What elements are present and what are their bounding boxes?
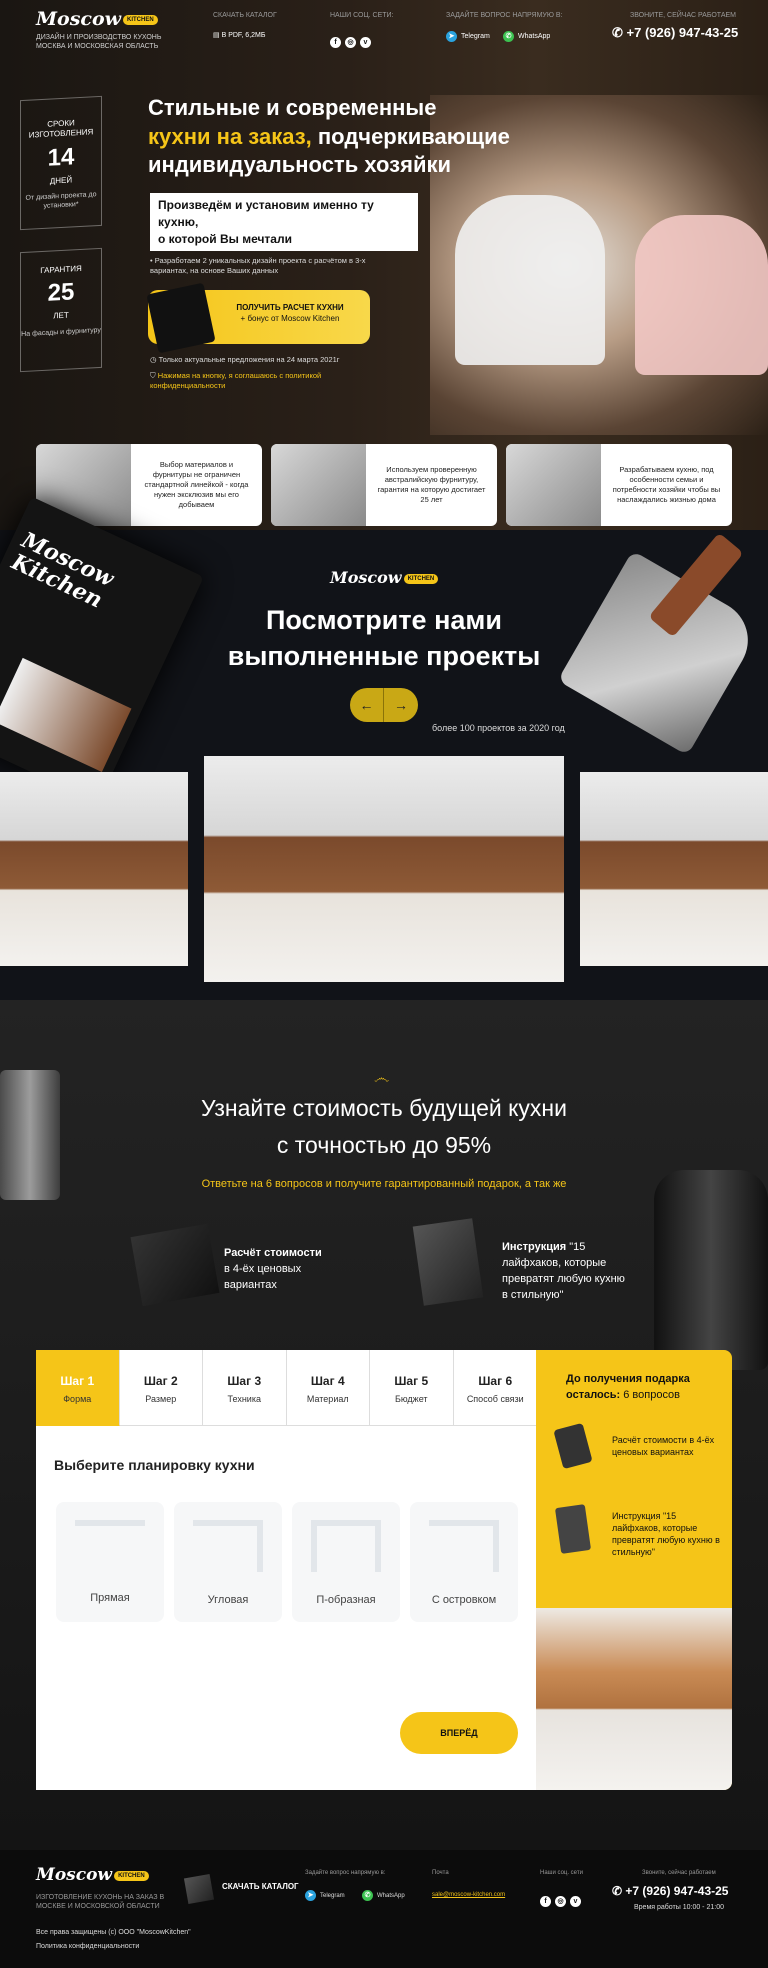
hero-bullet: • Разработаем 2 уникальных дизайн проект… <box>150 256 366 276</box>
footer-phone[interactable]: ✆ +7 (926) 947-43-25 <box>612 1884 728 1898</box>
gift-panel: До получения подарка осталось: 6 вопросов… <box>536 1350 732 1790</box>
pdf-icon: ▤ <box>213 32 220 39</box>
footer-email-link[interactable]: sale@moscow-kitchen.com <box>432 1892 505 1898</box>
layout-option-corner[interactable]: Угловая <box>174 1502 282 1622</box>
get-quote-button[interactable]: ПОЛУЧИТЬ РАСЧЕТ КУХНИ + бонус от Moscow … <box>146 282 370 354</box>
term-stat: СРОКИ ИЗГОТОВЛЕНИЯ 14 ДНЕЙ От дизайн про… <box>20 95 102 231</box>
whatsapp-icon: ✆ <box>362 1890 373 1901</box>
calculator-subtitle: Ответьте на 6 вопросов и получите гарант… <box>201 1178 567 1190</box>
warranty-stat: ГАРАНТИЯ 25 ЛЕТ На фасады и фурнитуру <box>20 247 102 373</box>
footer-whatsapp-link[interactable]: ✆ WhatsApp <box>362 1890 405 1901</box>
privacy-note[interactable]: ⛉ Нажимая на кнопку, я соглашаюсь с поли… <box>150 371 380 391</box>
step-4-tab[interactable]: Шаг 4 Материал <box>286 1350 370 1426</box>
quiz-steps: Шаг 1 Форма Шаг 2 Размер Шаг 3 Техника Шаг … <box>36 1350 537 1426</box>
whatsapp-link[interactable]: ✆ WhatsApp <box>503 31 550 42</box>
booklet-icon <box>554 1504 592 1554</box>
footer-ask-label: Задайте вопрос напрямую в: <box>305 1870 386 1876</box>
hero-title: Стильные и современные кухни на заказ, по… <box>148 95 510 178</box>
projects-slider-controls: ← → <box>350 688 418 722</box>
step-5-tab[interactable]: Шаг 5 Бюджет <box>370 1350 454 1426</box>
project-photo-left[interactable] <box>0 772 188 966</box>
step-6-tab[interactable]: Шаг 6 Способ связи <box>453 1350 537 1426</box>
tag-icon <box>553 1422 593 1470</box>
instagram-icon[interactable]: ◎ <box>555 1896 566 1907</box>
vk-icon[interactable]: v <box>360 37 371 48</box>
header-phone[interactable]: ✆ +7 (926) 947-43-25 <box>612 25 738 41</box>
phone-icon: ✆ <box>612 1884 623 1898</box>
prev-arrow-button[interactable]: ← <box>350 688 384 722</box>
feature-photo <box>271 444 366 526</box>
footer-social-label: Наши соц. сети <box>540 1870 583 1876</box>
footer-tagline: ИЗГОТОВЛЕНИЕ КУХОНЬ НА ЗАКАЗ В МОСКВЕ И … <box>36 1894 165 1911</box>
facebook-icon[interactable]: f <box>330 37 341 48</box>
ornament-icon: ෴ <box>374 1070 390 1087</box>
catalog-label: СКАЧАТЬ КАТАЛОГ <box>213 12 277 19</box>
u-shaped-layout-icon <box>311 1520 381 1572</box>
whatsapp-icon: ✆ <box>503 31 514 42</box>
shield-icon: ⛉ <box>150 371 156 380</box>
project-photo-center[interactable] <box>204 756 564 982</box>
footer-copyright: Все права защищены (c) ООО "MoscowKitche… <box>36 1929 191 1936</box>
layout-option-straight[interactable]: Прямая <box>56 1502 164 1622</box>
gift-estimate-image <box>130 1223 220 1307</box>
section-logo: Moscow KITCHEN <box>330 568 439 587</box>
hero-highlight-box: Произведём и установим именно ту кухню, о… <box>150 193 418 252</box>
hero-date-note: ◷ Только актуальные предложения на 24 ма… <box>150 355 340 364</box>
logo-badge: KITCHEN <box>123 15 158 25</box>
blender-image <box>0 1070 60 1200</box>
footer-mail-label: Почта <box>432 1870 449 1876</box>
telegram-icon: ➤ <box>305 1890 316 1901</box>
hero-photo-man <box>455 195 605 365</box>
header-logo[interactable]: Moscow KITCHEN <box>36 8 158 30</box>
ask-label: ЗАДАЙТЕ ВОПРОС НАПРЯМУЮ В: <box>446 12 563 19</box>
telegram-link[interactable]: ➤ Telegram <box>446 31 490 42</box>
feature-card-family: Разрабатываем кухню, под особенности сем… <box>506 444 732 526</box>
calculator-icon <box>146 282 216 354</box>
facebook-icon[interactable]: f <box>540 1896 551 1907</box>
footer-policy-link[interactable]: Политика конфиденциальности <box>36 1943 139 1950</box>
header-tagline: ДИЗАЙН И ПРОИЗВОДСТВО КУХОНЬ МОСКВА И МО… <box>36 34 162 51</box>
clock-icon: ◷ <box>150 355 157 364</box>
quiz-question: Выберите планировку кухни <box>54 1457 255 1473</box>
step-3-tab[interactable]: Шаг 3 Техника <box>203 1350 287 1426</box>
straight-layout-icon <box>75 1520 145 1534</box>
gift-booklet-text: Инструкция "15 лайфхаков, которые превра… <box>502 1241 625 1301</box>
footer-call-label: Звоните, сейчас работаем <box>642 1870 716 1876</box>
catalog-book-icon <box>183 1873 215 1905</box>
footer-hours: Время работы 10:00 - 21:00 <box>634 1904 724 1911</box>
footer-telegram-link[interactable]: ➤ Telegram <box>305 1890 345 1901</box>
project-photo-right[interactable] <box>580 772 768 966</box>
footer-catalog-link[interactable]: СКАЧАТЬ КАТАЛОГ <box>222 1882 299 1891</box>
term-number: 14 <box>47 143 75 172</box>
social-label: НАШИ СОЦ. СЕТИ: <box>330 12 394 19</box>
gift-kitchen-photo <box>536 1608 732 1790</box>
layout-option-u-shaped[interactable]: П-образная <box>292 1502 400 1622</box>
island-layout-icon <box>429 1520 499 1572</box>
projects-title: Посмотрите нами выполненные проекты <box>227 605 541 672</box>
call-label: ЗВОНИТЕ, СЕЙЧАС РАБОТАЕМ <box>630 12 737 19</box>
kettle-image <box>654 1170 768 1370</box>
feature-photo <box>506 444 601 526</box>
layout-option-island[interactable]: С островком <box>410 1502 518 1622</box>
projects-count: более 100 проектов за 2020 год <box>432 723 565 733</box>
next-button[interactable]: ВПЕРЁД <box>400 1712 518 1754</box>
feature-card-hardware: Используем проверенную австралийскую фур… <box>271 444 497 526</box>
step-1-tab[interactable]: Шаг 1 Форма <box>36 1350 120 1426</box>
catalog-download-link[interactable]: ▤ В PDF, 6,2МБ <box>213 31 265 39</box>
footer-logo[interactable]: Moscow KITCHEN <box>36 1865 149 1885</box>
gift-panel-head: До получения подарка осталось: 6 вопросов <box>566 1373 690 1401</box>
corner-layout-icon <box>193 1520 263 1572</box>
gift-estimate-text: Расчёт стоимости в 4-ёх ценовых вариантах <box>224 1247 322 1291</box>
vk-icon[interactable]: v <box>570 1896 581 1907</box>
telegram-icon: ➤ <box>446 31 457 42</box>
warranty-number: 25 <box>47 278 75 308</box>
step-2-tab[interactable]: Шаг 2 Размер <box>119 1350 203 1426</box>
next-arrow-button[interactable]: → <box>384 688 418 722</box>
phone-icon: ✆ <box>612 25 623 40</box>
gift-booklet-image <box>412 1218 484 1306</box>
hero-photo-woman <box>635 215 768 375</box>
instagram-icon[interactable]: ◎ <box>345 37 356 48</box>
calculator-title: Узнайте стоимость будущей кухни с точност… <box>201 1095 567 1158</box>
